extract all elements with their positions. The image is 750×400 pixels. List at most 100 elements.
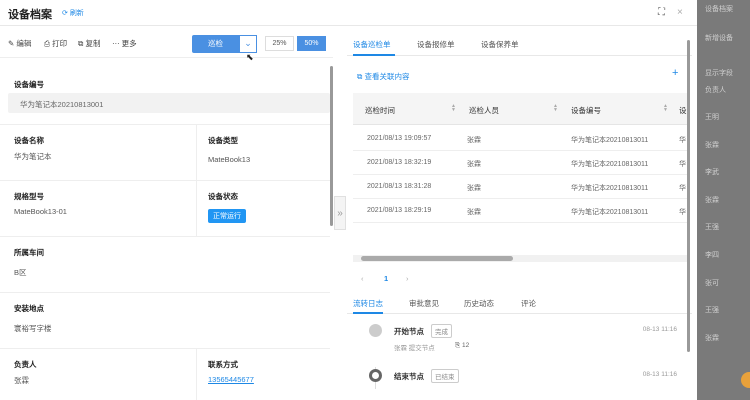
- flow-node: 开始节点 完成 08-13 11:16 张霖 提交节点 ⎘ 12: [369, 322, 689, 352]
- table-cell: 华为笔记本20210813011: [571, 161, 649, 168]
- table-cell: 华: [679, 209, 686, 216]
- node-status-tag: 已结束: [431, 369, 459, 383]
- contact-label: 联系方式: [208, 360, 238, 369]
- tab-flow-log[interactable]: 流转日志: [353, 298, 383, 309]
- table-cell: 华为笔记本20210813011: [571, 209, 649, 216]
- device-name-value: 华为笔记本: [14, 152, 52, 161]
- table-cell: 张霖: [467, 209, 481, 216]
- table-cell: 张霖: [467, 161, 481, 168]
- prev-page-button[interactable]: ‹: [361, 274, 364, 283]
- bg-text: 负责人: [705, 87, 726, 94]
- tab-history[interactable]: 历史动态: [464, 298, 494, 309]
- floating-action-button[interactable]: [741, 372, 750, 388]
- column-divider: [196, 124, 197, 236]
- toolbar: ✎ 编辑 ⎙ 打印 ⧉ 复制 ⋯ 更多 巡检 ⌄ 25% 50%: [0, 26, 333, 58]
- column-header[interactable]: 设: [679, 105, 687, 116]
- edit-button[interactable]: ✎ 编辑: [8, 38, 31, 49]
- bg-text: 王明: [705, 114, 719, 121]
- model-value: MateBook13-01: [14, 207, 67, 216]
- device-no-label: 设备编号: [14, 80, 44, 89]
- bg-text: 王强: [705, 224, 719, 231]
- refresh-label: 刷新: [69, 10, 84, 17]
- device-no-value: 华为笔记本20210813001: [20, 100, 104, 109]
- print-label: 打印: [52, 39, 68, 48]
- table-row[interactable]: 2021/08/13 18:29:19 张霖 华为笔记本20210813011 …: [353, 199, 687, 223]
- tab-inspection[interactable]: 设备巡检单: [353, 39, 391, 50]
- node-time: 08-13 11:16: [642, 326, 677, 333]
- print-button[interactable]: ⎙ 打印: [44, 38, 67, 49]
- left-scrollbar[interactable]: [330, 66, 333, 226]
- view-related-link[interactable]: ⧉ 查看关联内容: [357, 71, 409, 82]
- log-tabs: 流转日志 审批意见 历史动态 评论: [347, 292, 692, 314]
- tab-maintenance[interactable]: 设备保养单: [481, 39, 519, 50]
- flow-node: 结束节点 已结束 08-13 11:16: [369, 367, 689, 397]
- device-type-label: 设备类型: [208, 136, 238, 145]
- chevron-down-icon[interactable]: ⌄: [239, 35, 257, 53]
- bg-text: 显示字段: [705, 70, 733, 77]
- device-no-field[interactable]: 华为笔记本20210813001: [8, 93, 330, 113]
- inspect-button[interactable]: 巡检: [192, 35, 239, 53]
- copy-button[interactable]: ⧉ 复制: [78, 38, 100, 49]
- inspection-table: 巡检时间 ▲ ▼ 巡检人员 ▲ ▼ 设备编号 ▲ ▼ 设 2021/08/13 19:…: [353, 93, 687, 255]
- owner-value: 张霖: [14, 376, 29, 385]
- node-time: 08-13 11:16: [642, 371, 677, 378]
- device-archive-modal: 设备档案 ⟳ 刷新 ⛶ × ✎ 编辑 ⎙ 打印 ⧉ 复制 ⋯ 更多 巡检 ⌄ 2…: [0, 0, 697, 400]
- close-icon[interactable]: ×: [677, 7, 683, 18]
- zoom-25-button[interactable]: 25%: [265, 36, 294, 51]
- column-divider: [196, 348, 197, 400]
- table-cell: 张霖: [467, 185, 481, 192]
- divider: [0, 236, 330, 237]
- table-row[interactable]: 2021/08/13 18:31:28 张霖 华为笔记本20210813011 …: [353, 175, 687, 199]
- zoom-50-button[interactable]: 50%: [297, 36, 326, 51]
- tab-repair[interactable]: 设备报修单: [417, 39, 455, 50]
- scrollbar-thumb[interactable]: [361, 256, 513, 261]
- bg-text: 设备档案: [705, 6, 733, 13]
- table-horizontal-scrollbar[interactable]: [353, 255, 687, 262]
- column-header[interactable]: 巡检人员: [469, 105, 499, 116]
- divider: [0, 180, 330, 181]
- column-header[interactable]: 设备编号: [571, 105, 601, 116]
- tab-approval[interactable]: 审批意见: [409, 298, 439, 309]
- refresh-link[interactable]: ⟳ 刷新: [62, 8, 84, 18]
- column-header[interactable]: 巡检时间: [365, 105, 395, 116]
- fullscreen-icon[interactable]: ⛶: [658, 7, 665, 18]
- record-tabs: 设备巡检单 设备报修单 设备保养单: [347, 26, 692, 56]
- right-scrollbar[interactable]: [687, 40, 690, 352]
- contact-phone-link[interactable]: 13565445677: [208, 375, 254, 384]
- table-cell: 2021/08/13 19:09:57: [367, 135, 432, 142]
- background-page: 设备档案 新增设备 显示字段 负责人 王明 张霖 李武 张霖 王强 李四 张可 …: [697, 0, 750, 400]
- divider: [0, 124, 330, 125]
- node-title: 开始节点: [394, 327, 424, 336]
- sort-icon[interactable]: ▲ ▼: [451, 104, 456, 113]
- table-row[interactable]: 2021/08/13 19:09:57 张霖 华为笔记本20210813011 …: [353, 127, 687, 151]
- device-form: 设备编号 华为笔记本20210813001 设备名称 华为笔记本 设备类型 Ma…: [0, 66, 330, 400]
- collapse-handle[interactable]: »: [334, 196, 346, 230]
- table-cell: 张霖: [467, 137, 481, 144]
- divider: [0, 292, 330, 293]
- next-page-button[interactable]: ›: [406, 274, 409, 283]
- page-title: 设备档案: [8, 9, 52, 21]
- table-cell: 2021/08/13 18:29:19: [367, 207, 432, 214]
- location-label: 安装地点: [14, 304, 44, 313]
- right-panel: 设备巡检单 设备报修单 设备保养单 ⧉ 查看关联内容 + 巡检时间 ▲ ▼ 巡检人…: [347, 26, 697, 400]
- more-button[interactable]: ⋯ 更多: [112, 38, 137, 49]
- sort-icon[interactable]: ▲ ▼: [553, 104, 558, 113]
- table-cell: 2021/08/13 18:32:19: [367, 159, 432, 166]
- left-panel: ✎ 编辑 ⎙ 打印 ⧉ 复制 ⋯ 更多 巡检 ⌄ 25% 50% 设备编号 华为…: [0, 26, 333, 400]
- add-icon[interactable]: +: [672, 67, 678, 79]
- location-value: 寰裕写字楼: [14, 324, 52, 333]
- bg-text: 李武: [705, 169, 719, 176]
- device-name-label: 设备名称: [14, 136, 44, 145]
- sort-icon[interactable]: ▲ ▼: [663, 104, 668, 113]
- tab-comments[interactable]: 评论: [521, 298, 536, 309]
- table-row[interactable]: 2021/08/13 18:32:19 张霖 华为笔记本20210813011 …: [353, 151, 687, 175]
- bg-text: 张霖: [705, 335, 719, 342]
- bg-text: 张可: [705, 280, 719, 287]
- attachment-count[interactable]: ⎘ 12: [455, 342, 469, 350]
- status-badge: 正常运行: [208, 209, 246, 223]
- bg-text: 李四: [705, 252, 719, 259]
- copy-label: 复制: [85, 39, 101, 48]
- divider: [0, 348, 330, 349]
- page-number[interactable]: 1: [384, 274, 388, 283]
- mouse-cursor-icon: ⬉: [246, 52, 254, 62]
